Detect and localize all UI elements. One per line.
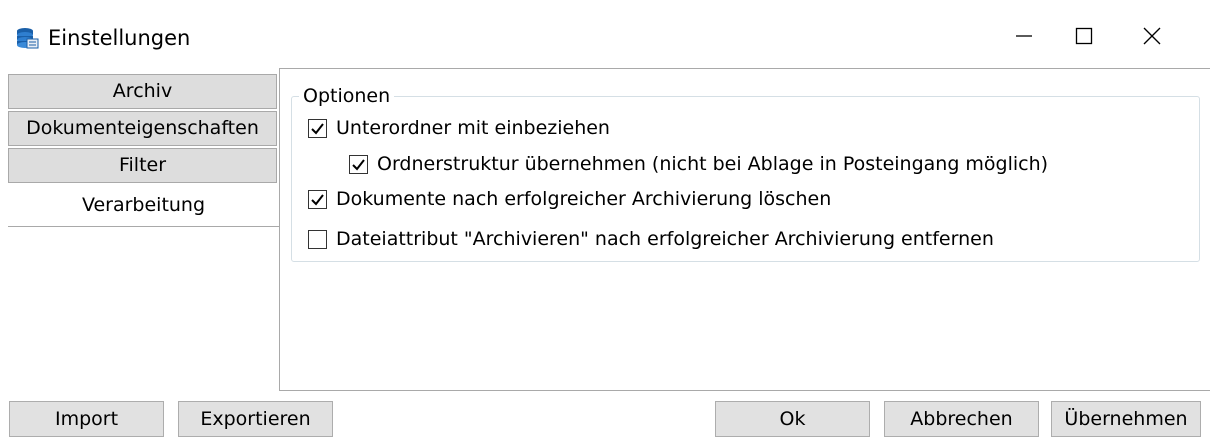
options-legend: Optionen [299, 84, 395, 108]
apply-button[interactable]: Übernehmen [1051, 401, 1201, 437]
title-bar[interactable]: Einstellungen [0, 0, 1210, 72]
option-label: Unterordner mit einbeziehen [336, 117, 610, 139]
option-label: Dokumente nach erfolgreicher Archivierun… [336, 188, 832, 210]
checkbox-delete-after-archive[interactable] [308, 189, 327, 209]
export-button[interactable]: Exportieren [178, 401, 333, 437]
close-button[interactable] [1124, 16, 1180, 60]
minimize-button[interactable] [996, 16, 1052, 60]
database-stack-icon [15, 27, 39, 49]
checkmark-icon [311, 122, 324, 135]
option-include-subfolders[interactable]: Unterordner mit einbeziehen [308, 116, 610, 140]
settings-window: Einstellungen Archiv Dokumenteigenschaft… [0, 0, 1210, 437]
tab-archiv[interactable]: Archiv [8, 74, 277, 109]
tab-dokumenteigenschaften[interactable]: Dokumenteigenschaften [8, 111, 277, 146]
maximize-icon [1074, 26, 1094, 50]
option-label: Dateiattribut "Archivieren" nach erfolgr… [336, 228, 994, 250]
import-button[interactable]: Import [9, 401, 164, 437]
option-remove-archive-attribute[interactable]: Dateiattribut "Archivieren" nach erfolgr… [308, 227, 994, 251]
tab-filter[interactable]: Filter [8, 148, 277, 183]
window-title: Einstellungen [48, 26, 191, 50]
checkmark-icon [352, 158, 365, 171]
option-keep-folder-structure[interactable]: Ordnerstruktur übernehmen (nicht bei Abl… [349, 152, 1048, 176]
checkbox-remove-archive-attribute[interactable] [308, 229, 327, 249]
tab-verarbeitung[interactable]: Verarbeitung [8, 185, 279, 227]
maximize-button[interactable] [1056, 16, 1112, 60]
checkmark-icon [311, 193, 324, 206]
checkbox-keep-folder-structure[interactable] [349, 154, 368, 174]
close-icon [1142, 26, 1162, 50]
option-label: Ordnerstruktur übernehmen (nicht bei Abl… [377, 153, 1049, 175]
option-delete-after-archive[interactable]: Dokumente nach erfolgreicher Archivierun… [308, 187, 831, 211]
ok-button[interactable]: Ok [715, 401, 870, 437]
minimize-icon [1014, 26, 1034, 50]
checkbox-include-subfolders[interactable] [308, 118, 327, 138]
cancel-button[interactable]: Abbrechen [884, 401, 1039, 437]
